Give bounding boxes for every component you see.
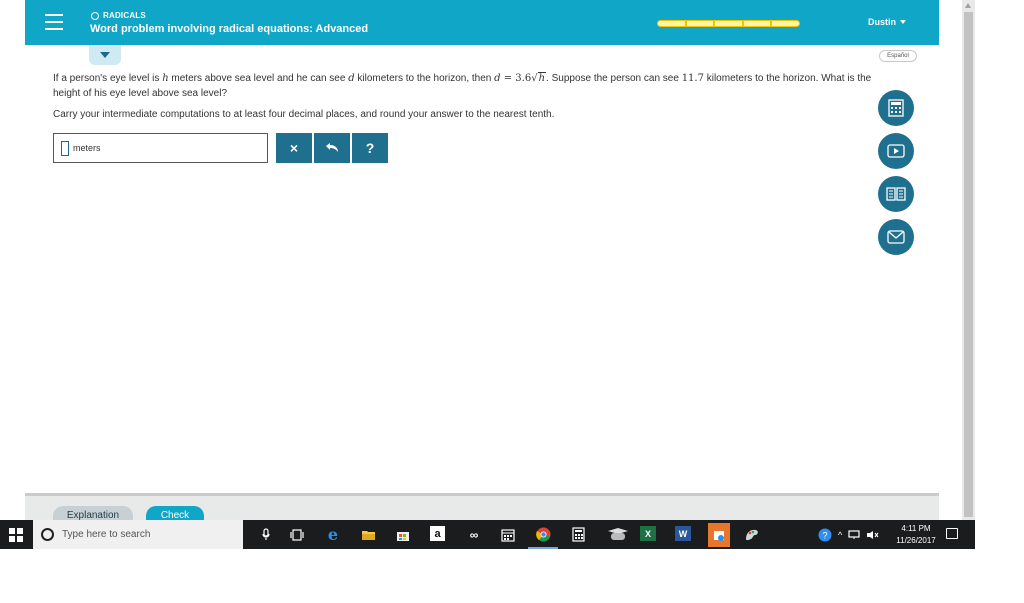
volume-icon[interactable] xyxy=(866,530,880,540)
notification-icon[interactable] xyxy=(946,528,958,539)
clear-button[interactable]: × xyxy=(276,133,312,163)
edge-icon[interactable]: e xyxy=(325,525,341,544)
scroll-thumb[interactable] xyxy=(964,12,973,517)
file-explorer-icon[interactable] xyxy=(360,526,376,543)
topic-circle-icon xyxy=(91,11,99,20)
language-toggle[interactable]: Español xyxy=(879,50,917,62)
calculator-button[interactable] xyxy=(878,90,914,126)
svg-text:?: ? xyxy=(822,530,827,540)
topic-breadcrumb[interactable]: RADICALS xyxy=(91,11,146,20)
cortana-icon xyxy=(41,528,54,541)
textbook-button[interactable] xyxy=(878,176,914,212)
video-button[interactable] xyxy=(878,133,914,169)
browser-app-window: RADICALS Word problem involving radical … xyxy=(0,0,975,526)
photos-app-icon[interactable] xyxy=(606,526,630,543)
calculator-app-icon[interactable] xyxy=(570,526,586,543)
user-name: Dustin xyxy=(868,17,896,27)
undo-button[interactable] xyxy=(314,133,350,163)
clock-time: 4:11 PM xyxy=(901,524,931,533)
instruction-text: Carry your intermediate computations to … xyxy=(53,109,555,120)
calendar-icon[interactable] xyxy=(500,526,516,543)
top-header: RADICALS Word problem involving radical … xyxy=(25,0,939,45)
taskbar-clock[interactable]: 4:11 PM 11/26/2017 xyxy=(892,523,940,547)
side-toolbar xyxy=(878,90,914,255)
chrome-active-indicator xyxy=(528,547,558,549)
message-icon xyxy=(887,230,905,244)
answer-input[interactable]: meters xyxy=(53,133,268,163)
topic-label: RADICALS xyxy=(103,11,146,20)
chrome-icon[interactable] xyxy=(535,526,551,543)
collapse-toggle[interactable] xyxy=(89,45,121,65)
excel-icon[interactable]: X xyxy=(640,526,656,541)
clock-date: 11/26/2017 xyxy=(896,536,936,545)
taskbar-search[interactable]: Type here to search xyxy=(33,520,243,549)
windows-start-icon[interactable] xyxy=(9,528,23,542)
screen: RADICALS Word problem involving radical … xyxy=(0,0,1024,603)
footer-bar: Explanation Check xyxy=(25,493,939,526)
chevron-down-icon xyxy=(900,20,906,24)
video-icon xyxy=(887,144,905,158)
windows-taskbar: Type here to search e a ∞ X W ? ^ 4:11 P… xyxy=(0,520,975,549)
word-icon[interactable]: W xyxy=(675,526,691,541)
textbook-icon xyxy=(886,187,906,201)
answer-tools: × ? xyxy=(276,133,388,163)
lesson-title: Word problem involving radical equations… xyxy=(90,23,369,35)
amazon-icon[interactable]: a xyxy=(430,526,445,541)
microphone-icon[interactable] xyxy=(258,526,274,543)
calculator-icon xyxy=(888,99,904,117)
question-text: If a person's eye level is h meters abov… xyxy=(53,72,872,99)
help-button[interactable]: ? xyxy=(352,133,388,163)
unit-label: meters xyxy=(73,143,101,153)
chevron-down-icon xyxy=(100,52,110,58)
progress-bar xyxy=(657,20,800,27)
help-tray-icon[interactable]: ? xyxy=(818,528,832,542)
paint-app-icon[interactable] xyxy=(708,523,730,547)
search-placeholder: Type here to search xyxy=(62,529,151,540)
infinity-app-icon[interactable]: ∞ xyxy=(464,526,484,543)
user-menu[interactable]: Dustin xyxy=(868,17,906,27)
store-icon[interactable] xyxy=(395,526,411,543)
task-view-icon[interactable] xyxy=(289,526,305,543)
tray-chevron-up-icon[interactable]: ^ xyxy=(838,530,842,540)
vertical-scrollbar[interactable] xyxy=(962,0,975,520)
scroll-up-icon[interactable] xyxy=(965,3,971,8)
network-icon[interactable] xyxy=(848,529,860,540)
undo-icon xyxy=(326,143,338,152)
paint3d-app-icon[interactable] xyxy=(744,526,760,543)
message-button[interactable] xyxy=(878,219,914,255)
answer-cursor[interactable] xyxy=(61,140,69,156)
menu-icon[interactable] xyxy=(45,14,63,30)
system-tray: ? ^ xyxy=(818,520,880,549)
